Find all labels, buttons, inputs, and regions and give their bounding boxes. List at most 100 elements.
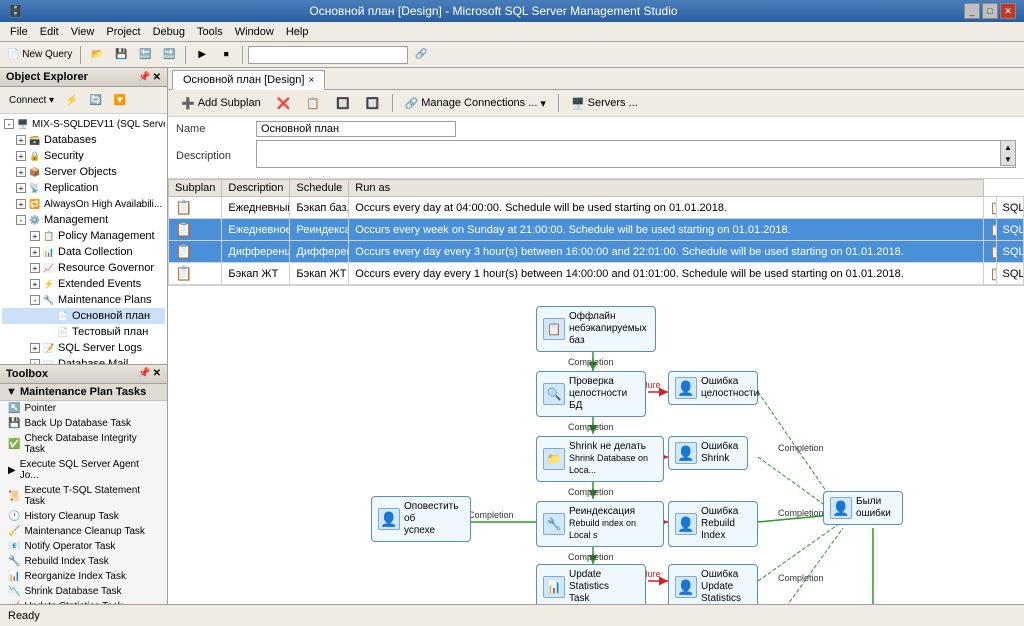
close-panel-icon[interactable]: ✕ xyxy=(153,72,161,83)
delete-button[interactable]: ❌ xyxy=(270,92,298,114)
task-reindex[interactable]: 🔧 РеиндексацияRebuild index on Local s xyxy=(536,501,664,547)
tree-node-security[interactable]: + 🔒 Security xyxy=(2,148,165,164)
toolbar-btn-5[interactable]: ▶ xyxy=(191,44,213,66)
tree-node-server[interactable]: - 🖥️ MIX-S-SQLDEV11 (SQL Serve... xyxy=(2,116,165,132)
tab-close-icon[interactable]: × xyxy=(308,75,314,86)
menu-debug[interactable]: Debug xyxy=(147,24,191,40)
toolbar-btn-1[interactable]: 📂 xyxy=(86,44,108,66)
expand-policy[interactable]: + xyxy=(30,231,40,241)
menu-edit[interactable]: Edit xyxy=(34,24,65,40)
servers-icon: 🖥️ xyxy=(571,97,585,110)
toolbox-reorganize-index[interactable]: 📊 Reorganize Index Task xyxy=(0,569,167,584)
expand-extended-events[interactable]: + xyxy=(30,279,40,289)
expand-replication[interactable]: + xyxy=(16,183,26,193)
server-dropdown[interactable] xyxy=(248,46,408,64)
toolbar-btn-2[interactable]: 💾 xyxy=(110,44,132,66)
toolbox-pointer[interactable]: ↖️ Pointer xyxy=(0,401,167,416)
new-query-button[interactable]: 📄 New Query xyxy=(4,44,75,66)
expand-resource-governor[interactable]: + xyxy=(30,263,40,273)
filter-button[interactable]: 🔽 xyxy=(109,89,131,111)
expand-alwayson[interactable]: + xyxy=(16,199,26,209)
task-were-errors[interactable]: 👤 Былиошибки xyxy=(823,491,903,525)
design-tab[interactable]: Основной план [Design] × xyxy=(172,70,325,90)
toolbox-notify-operator[interactable]: 📧 Notify Operator Task xyxy=(0,539,167,554)
task-check-integrity[interactable]: 🔍 Проверкацелостности БД xyxy=(536,371,646,417)
toolbox-update-stats[interactable]: 📈 Update Statistics Task xyxy=(0,599,167,604)
toolbox-close-icon[interactable]: ✕ xyxy=(153,368,161,380)
toolbox-section-maintenance[interactable]: ▼ Maintenance Plan Tasks xyxy=(0,384,167,401)
toolbar-btn-4[interactable]: 🔜 xyxy=(158,44,180,66)
task-update-stats[interactable]: 📊 Update StatisticsTask xyxy=(536,564,646,604)
menu-project[interactable]: Project xyxy=(100,24,146,40)
pin-icon[interactable]: 📌 xyxy=(138,72,150,83)
toolbar-icon-5[interactable]: 🔲 xyxy=(359,92,387,114)
task-notify-success[interactable]: 👤 Оповестить обуспехе xyxy=(371,496,471,542)
menu-help[interactable]: Help xyxy=(280,24,315,40)
minimize-button[interactable]: _ xyxy=(964,3,980,19)
task-offline[interactable]: 📋 Оффлайннебэкапируемых баз xyxy=(536,306,656,352)
expand-sql-logs[interactable]: + xyxy=(30,343,40,353)
expand-data-collection[interactable]: + xyxy=(30,247,40,257)
expand-server[interactable]: - xyxy=(4,119,14,129)
expand-databases[interactable]: + xyxy=(16,135,26,145)
tree-node-data-collection[interactable]: + 📊 Data Collection xyxy=(2,244,165,260)
toolbox-rebuild-index[interactable]: 🔧 Rebuild Index Task xyxy=(0,554,167,569)
menu-view[interactable]: View xyxy=(65,24,101,40)
tree-node-replication[interactable]: + 📡 Replication xyxy=(2,180,165,196)
tree-node-alwayson[interactable]: + 🔁 AlwaysOn High Availabili... xyxy=(2,196,165,212)
toolbar-btn-3[interactable]: 🔙 xyxy=(134,44,156,66)
add-subplan-button[interactable]: ➕ Add Subplan xyxy=(174,92,268,114)
disconnect-button[interactable]: ⚡ xyxy=(61,89,83,111)
tree-node-osnovnoy-plan[interactable]: 📄 Основной план xyxy=(2,308,165,324)
task-error-update-stats[interactable]: 👤 Ошибка UpdateStatistics xyxy=(668,564,758,604)
toolbar-btn-6[interactable]: ⏹ xyxy=(215,44,237,66)
tree-node-server-objects[interactable]: + 📦 Server Objects xyxy=(2,164,165,180)
design-canvas[interactable]: Completion Completion Completion Complet… xyxy=(168,286,1024,604)
toolbar-icon-3[interactable]: 📋 xyxy=(299,92,327,114)
tree-node-sql-logs[interactable]: + 📝 SQL Server Logs xyxy=(2,340,165,356)
restore-button[interactable]: □ xyxy=(982,3,998,19)
toolbox-history-cleanup[interactable]: 🕐 History Cleanup Task xyxy=(0,509,167,524)
name-input[interactable] xyxy=(256,121,456,137)
tree-node-databases[interactable]: + 🗃️ Databases xyxy=(2,132,165,148)
menu-file[interactable]: File xyxy=(4,24,34,40)
tree-node-database-mail[interactable]: + ✉️ Database Mail xyxy=(2,356,165,364)
tree-node-extended-events[interactable]: + ⚡ Extended Events xyxy=(2,276,165,292)
close-button[interactable]: ✕ xyxy=(1000,3,1016,19)
connect-button[interactable]: Connect ▾ xyxy=(4,89,59,111)
task-error-rebuild[interactable]: 👤 ОшибкаRebuild Index xyxy=(668,501,758,547)
manage-connections-button[interactable]: 🔗 Manage Connections ... ▾ xyxy=(398,92,553,114)
tree-node-policy-management[interactable]: + 📋 Policy Management xyxy=(2,228,165,244)
menu-window[interactable]: Window xyxy=(229,24,280,40)
expand-server-objects[interactable]: + xyxy=(16,167,26,177)
toolbox-shrink-db[interactable]: 📉 Shrink Database Task xyxy=(0,584,167,599)
expand-security[interactable]: + xyxy=(16,151,26,161)
servers-button[interactable]: 🖥️ Servers ... xyxy=(564,92,645,114)
tree-node-resource-governor[interactable]: + 📈 Resource Governor xyxy=(2,260,165,276)
toolbox-execute-tsql[interactable]: 📜 Execute T-SQL Statement Task xyxy=(0,483,167,509)
tree-node-maintenance-plans[interactable]: - 🔧 Maintenance Plans xyxy=(2,292,165,308)
expand-maintenance-plans[interactable]: - xyxy=(30,295,40,305)
toolbox-execute-agent[interactable]: ▶ Execute SQL Server Agent Jo... xyxy=(0,457,167,483)
toolbox-check-integrity[interactable]: ✅ Check Database Integrity Task xyxy=(0,431,167,457)
scroll-up-button[interactable]: ▲ xyxy=(1001,141,1015,153)
scroll-down-button[interactable]: ▼ xyxy=(1001,153,1015,165)
toolbar-btn-7[interactable]: 🔗 xyxy=(410,44,432,66)
refresh-button[interactable]: 🔄 xyxy=(85,89,107,111)
tree-node-testoviy-plan[interactable]: 📄 Тестовый план xyxy=(2,324,165,340)
subplan-row-0[interactable]: 📋Ежедневный полный бэкапБэкап баз, логов… xyxy=(169,197,1024,219)
toolbox-pin-icon[interactable]: 📌 xyxy=(138,368,150,380)
subplan-row-2[interactable]: 📋Дифференциальный бэкапДифференциальный … xyxy=(169,241,1024,263)
task-error-integrity[interactable]: 👤 Ошибкацелостности xyxy=(668,371,758,405)
subplan-row-1[interactable]: 📋Ежедневное обслуживаниеРеиндексация, ст… xyxy=(169,219,1024,241)
toolbar-icon-4[interactable]: 🔲 xyxy=(329,92,357,114)
toolbox-maintenance-cleanup[interactable]: 🧹 Maintenance Cleanup Task xyxy=(0,524,167,539)
description-input[interactable] xyxy=(256,140,1016,168)
tree-node-management[interactable]: - ⚙️ Management xyxy=(2,212,165,228)
subplan-row-3[interactable]: 📋Бэкап ЖТБэкап ЖТOccurs every day every … xyxy=(169,263,1024,285)
toolbox-backup-db[interactable]: 💾 Back Up Database Task xyxy=(0,416,167,431)
task-shrink[interactable]: 📁 Shrink не делатьShrink Database on Loc… xyxy=(536,436,664,482)
task-error-shrink[interactable]: 👤 ОшибкаShrink xyxy=(668,436,748,470)
expand-management[interactable]: - xyxy=(16,215,26,225)
menu-tools[interactable]: Tools xyxy=(191,24,229,40)
